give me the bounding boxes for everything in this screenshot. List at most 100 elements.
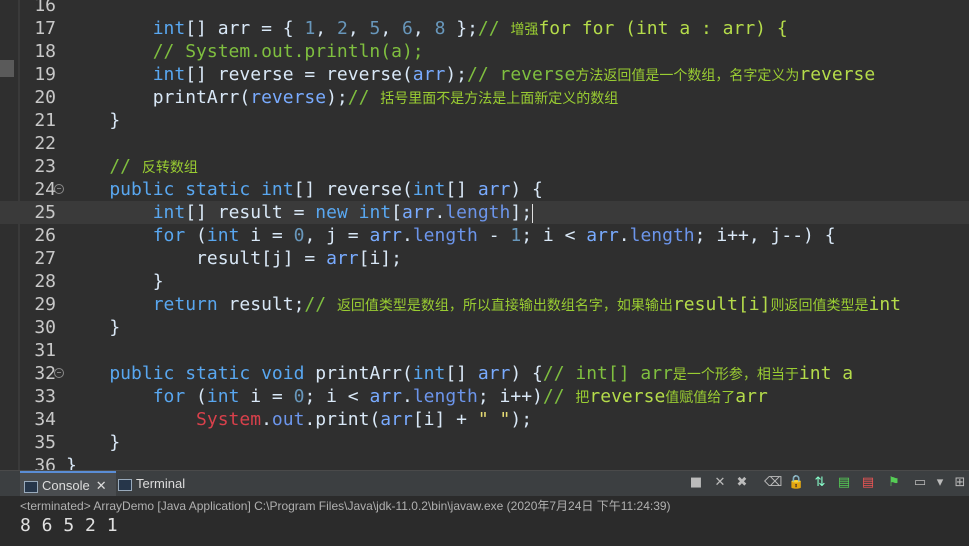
code-line[interactable]: 22 (0, 132, 969, 155)
line-number: 25 (34, 202, 56, 223)
code-token: , (412, 18, 435, 39)
code-token: 6 (402, 18, 413, 39)
code-token: arr (369, 386, 402, 407)
code-token: . (402, 386, 413, 407)
code-token: reverse (589, 386, 666, 407)
code-token: [i] + (412, 409, 478, 430)
tab-console[interactable]: Console ✕ (20, 471, 116, 499)
code-token: ); (445, 64, 467, 85)
code-token: . (261, 409, 272, 430)
code-token: // (347, 87, 381, 108)
code-token: 方法返回值是一个数组，名字定义为 (575, 68, 800, 84)
code-line[interactable]: 35 } (0, 431, 969, 454)
line-number: 33 (34, 386, 56, 407)
code-line[interactable]: 21 } (0, 109, 969, 132)
code-line[interactable]: 33 for (int i = 0; i < arr.length; i++)/… (0, 385, 969, 408)
fold-toggle-icon[interactable]: − (54, 184, 64, 194)
open-console-icon[interactable]: ⊞ (952, 475, 968, 491)
code-token: } (66, 317, 121, 338)
code-token: 是一个形参，相当于 (672, 367, 799, 383)
code-line[interactable]: 17 int[] arr = { 1, 2, 5, 6, 8 };// 增强fo… (0, 17, 969, 40)
line-number: 16 (34, 0, 56, 16)
code-token: int (66, 18, 186, 39)
code-token: . (434, 202, 446, 223)
code-text: public static void printArr(int[] arr) {… (66, 362, 853, 387)
console-output[interactable]: 8 6 5 2 1 (0, 516, 969, 546)
code-text: return result;// 返回值类型是数组，所以直接输出数组名字，如果输… (66, 293, 901, 318)
code-token: arr (369, 225, 402, 246)
line-number: 31 (34, 340, 56, 361)
code-line[interactable]: 19 int[] reverse = reverse(arr);// rever… (0, 63, 969, 86)
show-on-output-icon[interactable]: ▤ (836, 475, 852, 491)
line-number: 26 (34, 225, 56, 246)
code-line[interactable]: 25 int[] result = new int[arr.length]; (0, 201, 969, 224)
code-token: 1 (304, 18, 316, 39)
code-text: } (66, 109, 120, 132)
code-line[interactable]: 29 return result;// 返回值类型是数组，所以直接输出数组名字，… (0, 293, 969, 316)
code-token: - (477, 225, 511, 246)
console-status-line: <terminated> ArrayDemo [Java Application… (0, 496, 969, 516)
text-caret (532, 203, 534, 223)
code-line[interactable]: 27 result[j] = arr[i]; (0, 247, 969, 270)
code-line[interactable]: 23 // 反转数组 (0, 155, 969, 178)
code-token: 返回值类型是数组，所以直接输出数组名字，如果输出 (336, 298, 673, 314)
code-token: [] reverse( (293, 179, 413, 200)
code-line[interactable]: 24− public static int[] reverse(int[] ar… (0, 178, 969, 201)
code-token: printArr( (66, 87, 251, 108)
code-token: for for (int a : arr) { (538, 18, 788, 39)
code-token: ; i < (304, 386, 370, 407)
code-token: length (412, 225, 478, 246)
terminate-icon[interactable]: ■ (688, 475, 704, 491)
remove-all-icon[interactable]: ✖ (734, 475, 750, 491)
fold-toggle-icon[interactable]: − (54, 368, 64, 378)
code-text: // 反转数组 (66, 155, 198, 180)
code-token: 值赋值给了 (665, 390, 736, 406)
line-number: 20 (34, 87, 56, 108)
code-line[interactable]: 28 } (0, 270, 969, 293)
clear-console-icon[interactable]: ⌫ (764, 475, 782, 491)
code-token: public static void (66, 363, 305, 384)
code-line[interactable]: 34 System.out.print(arr[i] + " "); (0, 408, 969, 431)
code-text: // System.out.println(a); (66, 40, 424, 63)
tab-terminal[interactable]: Terminal (118, 471, 208, 497)
code-token: printArr( (304, 363, 413, 384)
code-line[interactable]: 16 (0, 0, 969, 17)
lock-icon[interactable]: 🔒 (788, 475, 804, 491)
code-token: i = (239, 386, 294, 407)
code-line[interactable]: 18 // System.out.println(a); (0, 40, 969, 63)
code-token: int (412, 179, 446, 200)
code-token: [] (445, 363, 478, 384)
code-text: for (int i = 0; i < arr.length; i++)// 把… (66, 385, 768, 410)
console-tab-bar: Console ✕ Terminal ■ ✕ ✖ ⌫ 🔒 ⇅ ▤ ▤ ⚑ ▭ ▾ … (0, 470, 969, 499)
code-text: int[] result = new int[arr.length]; (66, 201, 534, 224)
pin-console-icon[interactable]: ⚑ (886, 475, 902, 491)
display-console-icon[interactable]: ▭ (912, 475, 928, 491)
remove-launch-icon[interactable]: ✕ (712, 475, 728, 491)
code-line[interactable]: 31 (0, 339, 969, 362)
code-token: // (66, 156, 142, 177)
code-token: 增强 (510, 22, 539, 38)
show-on-error-icon[interactable]: ▤ (860, 475, 876, 491)
code-line[interactable]: 36} (0, 454, 969, 470)
code-token: // (542, 386, 576, 407)
code-token: 1 (510, 225, 522, 246)
code-line[interactable]: 26 for (int i = 0, j = arr.length - 1; i… (0, 224, 969, 247)
code-line[interactable]: 30 } (0, 316, 969, 339)
code-token: // (477, 18, 511, 39)
code-token: reverse (799, 64, 876, 85)
line-number: 17 (34, 18, 56, 39)
close-icon[interactable]: ✕ (96, 478, 107, 493)
code-token: int (66, 64, 186, 85)
code-token: ) { (510, 179, 543, 200)
code-line[interactable]: 20 printArr(reverse);// 括号里面不是方法是上面新定义的数… (0, 86, 969, 109)
code-text: } (66, 431, 120, 454)
code-line[interactable]: 32− public static void printArr(int[] ar… (0, 362, 969, 385)
chevron-down-icon[interactable]: ▾ (932, 475, 948, 491)
line-number: 28 (34, 271, 56, 292)
code-token: for (66, 225, 186, 246)
line-number: 21 (34, 110, 56, 131)
code-token: // (304, 294, 337, 315)
code-editor[interactable]: 16 17 int[] arr = { 1, 2, 5, 6, 8 };// 增强… (0, 0, 969, 470)
code-text: System.out.print(arr[i] + " "); (66, 408, 532, 431)
scroll-lock-icon[interactable]: ⇅ (812, 475, 828, 491)
